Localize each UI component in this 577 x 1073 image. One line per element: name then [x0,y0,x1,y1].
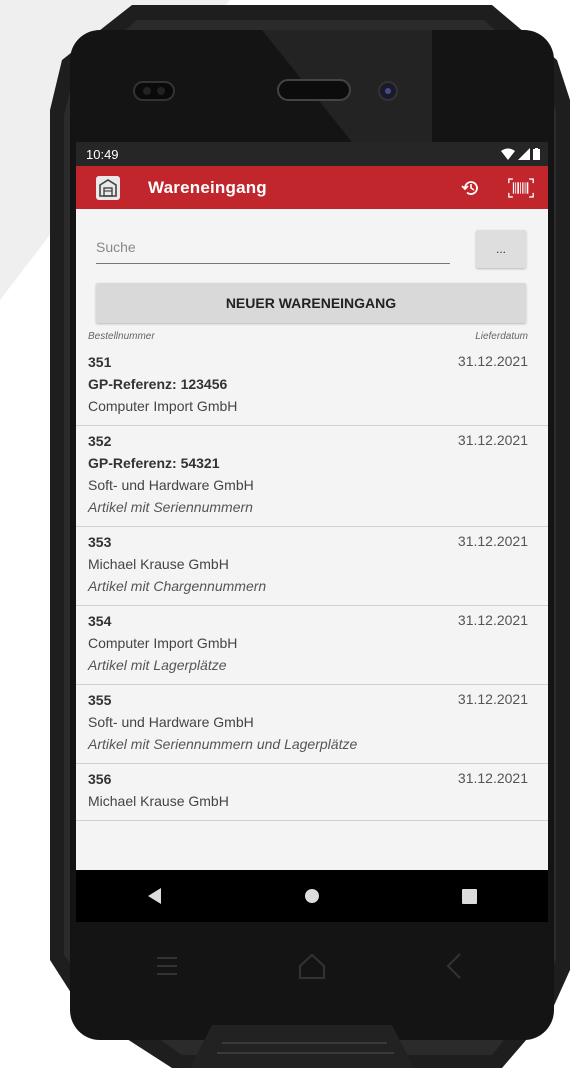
app-bar: Wareneingang [76,166,548,209]
item-note: Artikel mit Lagerplätze [88,657,227,673]
delivery-date: 31.12.2021 [457,533,528,549]
wifi-icon [501,148,515,160]
list-item[interactable]: 354 31.12.2021 Computer Import GmbH Arti… [76,606,548,685]
item-note: Artikel mit Seriennummern [88,499,253,515]
delivery-date: 31.12.2021 [457,691,528,707]
header-order-number: Bestellnummer [88,331,155,342]
warehouse-box-icon[interactable] [96,175,120,200]
list-item[interactable]: 351 31.12.2021 GP-Referenz: 123456 Compu… [76,347,548,426]
device-screen: 10:49 Wareneingang Suche ... NEUER WAREN… [76,142,548,922]
delivery-date: 31.12.2021 [457,432,528,448]
receipt-list: 351 31.12.2021 GP-Referenz: 123456 Compu… [76,347,548,821]
item-note: Artikel mit Chargennummern [88,578,267,594]
header-delivery-date: Lieferdatum [475,331,528,342]
recents-icon[interactable] [449,876,489,916]
list-item[interactable]: 352 31.12.2021 GP-Referenz: 54321 Soft- … [76,426,548,527]
new-goods-receipt-button[interactable]: NEUER WARENEINGANG [96,283,526,323]
delivery-date: 31.12.2021 [457,612,528,628]
status-time: 10:49 [86,146,119,162]
history-icon[interactable] [458,175,484,201]
list-item[interactable]: 356 31.12.2021 Michael Krause GmbH [76,764,548,821]
list-header: Bestellnummer Lieferdatum [76,323,548,345]
page-title: Wareneingang [148,177,267,197]
item-note: Artikel mit Seriennummern und Lagerplätz… [88,736,358,752]
company-name: Michael Krause GmbH [88,793,229,809]
list-item[interactable]: 355 31.12.2021 Soft- und Hardware GmbH A… [76,685,548,764]
more-button[interactable]: ... [476,230,526,268]
company-name: Computer Import GmbH [88,398,238,414]
search-row: ... [76,209,548,271]
list-item[interactable]: 353 31.12.2021 Michael Krause GmbH Artik… [76,527,548,606]
company-name: Michael Krause GmbH [88,556,229,572]
back-icon[interactable] [135,876,175,916]
signal-icon [518,148,530,160]
company-name: Soft- und Hardware GmbH [88,477,254,493]
status-bar: 10:49 [76,142,548,166]
company-name: Soft- und Hardware GmbH [88,714,254,730]
search-input[interactable] [96,234,450,264]
barcode-scan-icon[interactable] [508,175,534,201]
battery-icon [533,148,540,160]
delivery-date: 31.12.2021 [457,353,528,369]
delivery-date: 31.12.2021 [457,770,528,786]
company-name: Computer Import GmbH [88,635,238,651]
home-icon[interactable] [292,876,332,916]
partner-reference: GP-Referenz: 123456 [88,376,228,392]
android-nav-bar [76,870,548,922]
status-icons [501,148,540,160]
partner-reference: GP-Referenz: 54321 [88,455,220,471]
